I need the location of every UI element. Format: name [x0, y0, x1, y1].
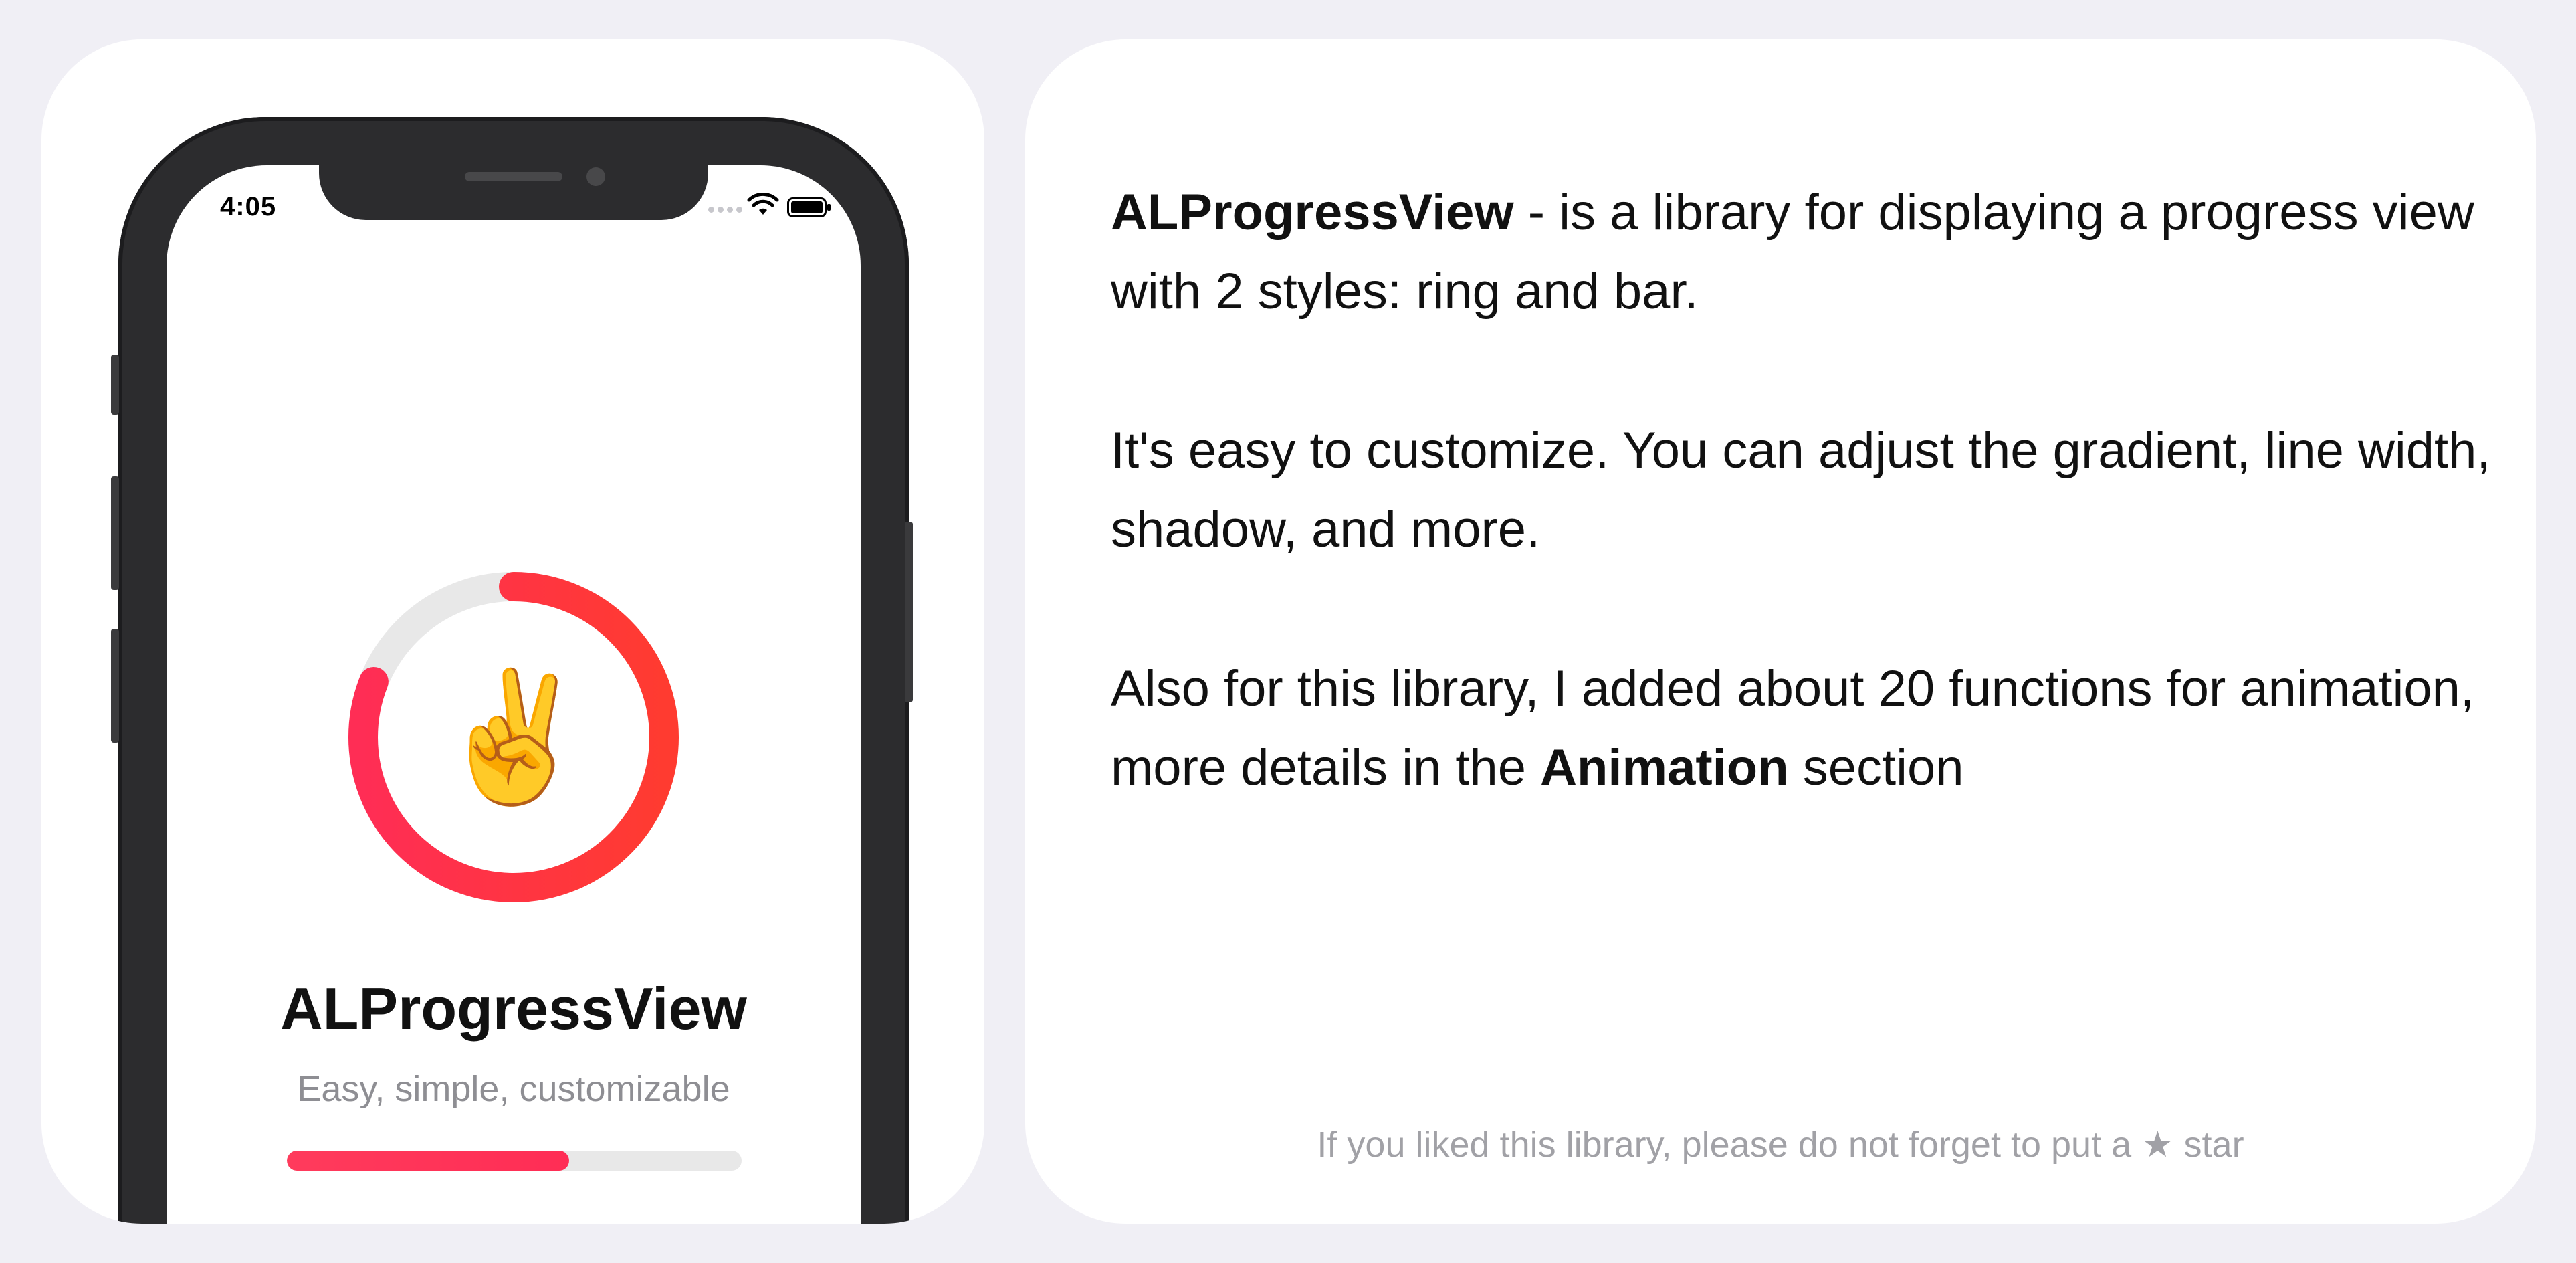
animation-section-link: Animation — [1540, 739, 1789, 796]
phone-preview-card: 4:05 ✌️ ALProgressView Easy, simple, cus… — [41, 39, 984, 1224]
battery-icon — [787, 197, 831, 217]
phone-notch — [319, 165, 708, 220]
power-button — [905, 522, 913, 702]
front-camera-icon — [586, 167, 605, 186]
status-bar-time: 4:05 — [220, 192, 277, 221]
victory-hand-emoji-icon: ✌️ — [434, 666, 593, 808]
description-card: ALProgressView - is a library for displa… — [1025, 39, 2536, 1224]
description-paragraph-2: It's easy to customize. You can adjust t… — [1111, 422, 2491, 558]
wifi-icon — [747, 193, 779, 215]
app-subtitle: Easy, simple, customizable — [297, 1069, 730, 1109]
mute-switch — [111, 355, 119, 415]
volume-up-button — [111, 476, 119, 590]
star-icon: ★ — [2141, 1125, 2174, 1165]
phone-screen: 4:05 ✌️ ALProgressView Easy, simple, cus… — [167, 165, 861, 1224]
volume-down-button — [111, 629, 119, 743]
app-title: ALProgressView — [280, 975, 747, 1042]
speaker-grille — [465, 172, 562, 181]
bar-progress-fill — [287, 1151, 569, 1171]
bar-progress-track — [287, 1151, 742, 1171]
description-paragraph-3: Also for this library, I added about 20 … — [1111, 660, 2475, 796]
signal-dots-icon — [708, 207, 742, 213]
ring-progress-view: ✌️ — [343, 567, 684, 908]
phone-frame: 4:05 ✌️ ALProgressView Easy, simple, cus… — [118, 117, 909, 1224]
library-name: ALProgressView — [1111, 184, 1514, 241]
description-paragraph-1: ALProgressView - is a library for displa… — [1111, 184, 2474, 320]
star-reminder-footer: If you liked this library, please do not… — [1317, 1125, 2244, 1165]
